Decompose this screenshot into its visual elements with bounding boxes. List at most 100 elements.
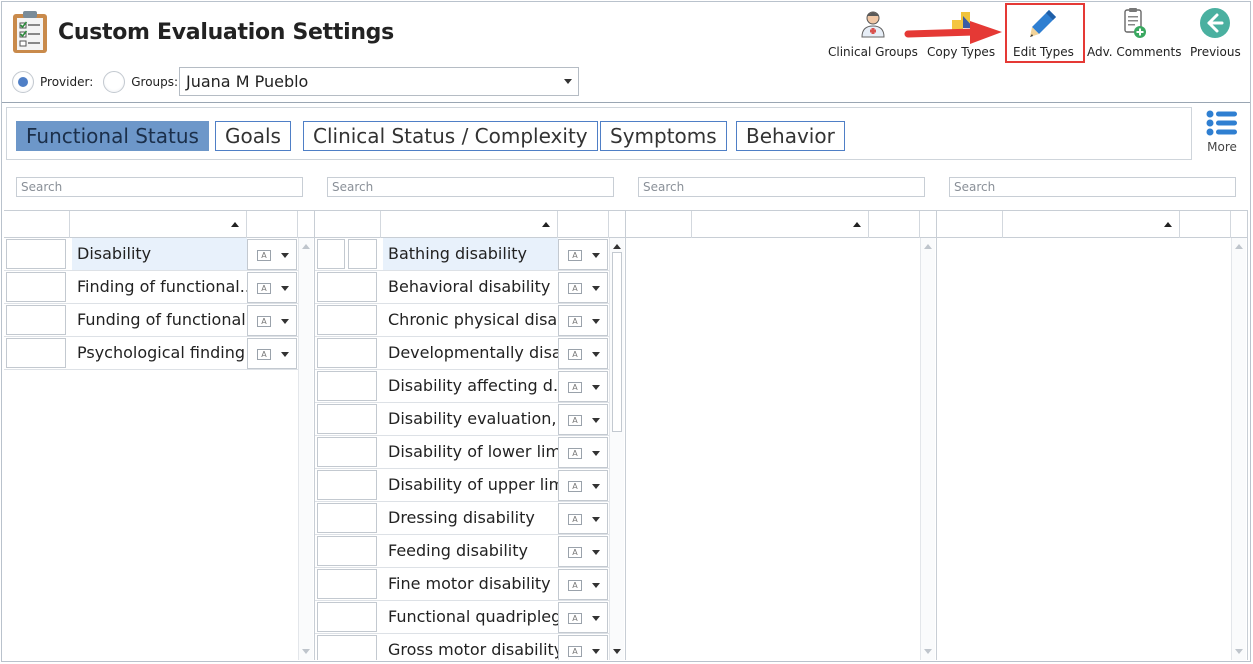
grid-header-select-column[interactable] — [4, 211, 70, 238]
row-type-dropdown[interactable]: A — [558, 536, 608, 567]
scroll-down-icon[interactable] — [924, 649, 932, 654]
row-type-dropdown[interactable]: A — [247, 338, 297, 369]
row-select-cell[interactable] — [317, 437, 377, 467]
tab-goals[interactable]: Goals — [215, 121, 291, 151]
tab-clinical-status-complexity[interactable]: Clinical Status / Complexity — [303, 121, 598, 151]
row-select-cell[interactable] — [6, 305, 66, 335]
row-type-dropdown[interactable]: A — [558, 635, 608, 660]
more-button[interactable]: More — [1200, 110, 1244, 160]
row-select-cell[interactable] — [317, 371, 377, 401]
row-type-dropdown[interactable]: A — [558, 437, 608, 468]
scroll-down-icon[interactable] — [1235, 649, 1243, 654]
row-select-cell[interactable] — [317, 602, 377, 632]
tab-functional-status[interactable]: Functional Status — [16, 121, 209, 151]
table-row[interactable]: Bathing disability A — [315, 238, 609, 271]
tab-behavior[interactable]: Behavior — [736, 121, 845, 151]
provider-radio-label: Provider: — [40, 75, 94, 89]
table-row[interactable]: Funding of functional... A — [4, 304, 298, 337]
row-type-dropdown[interactable]: A — [247, 239, 297, 270]
row-type-dropdown[interactable]: A — [558, 272, 608, 303]
row-select-cell[interactable] — [317, 305, 377, 335]
grid-header-select-column[interactable] — [937, 211, 1003, 238]
table-row[interactable]: Disability evaluation,... A — [315, 403, 609, 436]
grid-header-name-column[interactable] — [381, 211, 558, 238]
chevron-down-icon — [592, 649, 600, 654]
row-select-cell[interactable] — [348, 239, 377, 269]
table-row[interactable]: Gross motor disability A — [315, 634, 609, 660]
table-row[interactable]: Fine motor disability A — [315, 568, 609, 601]
grid-header-type-column[interactable] — [558, 211, 609, 238]
table-row[interactable]: Disability A — [4, 238, 298, 271]
clipboard-plus-icon — [1117, 6, 1151, 40]
tab-symptoms[interactable]: Symptoms — [600, 121, 727, 151]
vertical-scrollbar[interactable] — [1231, 238, 1246, 660]
search-input-1[interactable] — [16, 177, 303, 197]
provider-radio[interactable] — [12, 71, 34, 93]
table-row[interactable]: Finding of functional... A — [4, 271, 298, 304]
row-select-cell[interactable] — [317, 503, 377, 533]
row-type-dropdown[interactable]: A — [247, 272, 297, 303]
grid-header-type-column[interactable] — [869, 211, 920, 238]
provider-select[interactable]: Juana M Pueblo — [179, 67, 579, 96]
adv-comments-button[interactable]: Adv. Comments — [1087, 6, 1181, 64]
row-select-cell[interactable] — [317, 569, 377, 599]
scroll-up-icon[interactable] — [924, 244, 932, 249]
row-type-dropdown[interactable]: A — [558, 404, 608, 435]
table-row[interactable]: Behavioral disability A — [315, 271, 609, 304]
row-type-dropdown[interactable]: A — [558, 371, 608, 402]
row-type-dropdown[interactable]: A — [247, 305, 297, 336]
groups-radio[interactable] — [103, 71, 126, 93]
table-row[interactable]: Disability affecting d... A — [315, 370, 609, 403]
table-row[interactable]: Functional quadriplegia A — [315, 601, 609, 634]
table-row[interactable]: Feeding disability A — [315, 535, 609, 568]
row-select-cell[interactable] — [317, 338, 377, 368]
table-row[interactable]: Dressing disability A — [315, 502, 609, 535]
row-type-dropdown[interactable]: A — [558, 503, 608, 534]
grid-column-3 — [626, 210, 937, 660]
grid-header-select-column[interactable] — [315, 211, 381, 238]
text-type-icon: A — [568, 514, 582, 525]
row-type-dropdown[interactable]: A — [558, 470, 608, 501]
grid-header-select-column[interactable] — [626, 211, 692, 238]
row-select-cell[interactable] — [317, 272, 377, 302]
scroll-up-icon[interactable] — [1235, 244, 1243, 249]
table-row[interactable]: Developmentally disa... A — [315, 337, 609, 370]
scroll-up-icon[interactable] — [302, 244, 310, 249]
table-row[interactable]: Disability of upper limb A — [315, 469, 609, 502]
row-type-dropdown[interactable]: A — [558, 338, 608, 369]
row-select-cell[interactable] — [317, 635, 377, 660]
table-row[interactable]: Chronic physical disa... A — [315, 304, 609, 337]
grid-header-name-column[interactable] — [70, 211, 247, 238]
row-type-dropdown[interactable]: A — [558, 305, 608, 336]
vertical-scrollbar[interactable] — [609, 238, 624, 660]
grid-header-name-column[interactable] — [1003, 211, 1180, 238]
row-select-cell[interactable] — [6, 239, 66, 269]
text-type-icon: A — [568, 547, 582, 558]
row-select-cell[interactable] — [6, 338, 66, 368]
grid-column-1: Disability A Finding of functional... A Fund… — [4, 210, 315, 660]
vertical-scrollbar[interactable] — [920, 238, 935, 660]
row-type-dropdown[interactable]: A — [558, 569, 608, 600]
table-row[interactable]: Psychological finding A — [4, 337, 298, 370]
search-input-2[interactable] — [327, 177, 614, 197]
grid-header-name-column[interactable] — [692, 211, 869, 238]
row-select-cell[interactable] — [6, 272, 66, 302]
search-input-3[interactable] — [638, 177, 925, 197]
row-select-cell[interactable] — [317, 239, 345, 269]
search-input-4[interactable] — [949, 177, 1236, 197]
row-select-cell[interactable] — [317, 470, 377, 500]
row-type-dropdown[interactable]: A — [558, 239, 608, 270]
scroll-up-icon[interactable] — [613, 244, 621, 249]
row-select-cell[interactable] — [317, 404, 377, 434]
grid-header-type-column[interactable] — [247, 211, 298, 238]
previous-button[interactable]: Previous — [1190, 6, 1241, 64]
scroll-down-icon[interactable] — [613, 649, 621, 654]
table-row[interactable]: Disability of lower limb A — [315, 436, 609, 469]
grid-header-type-column[interactable] — [1180, 211, 1231, 238]
row-select-cell[interactable] — [317, 536, 377, 566]
vertical-scrollbar[interactable] — [298, 238, 313, 660]
row-type-dropdown[interactable]: A — [558, 602, 608, 633]
scroll-down-icon[interactable] — [302, 649, 310, 654]
scrollbar-thumb[interactable] — [612, 252, 622, 432]
more-label: More — [1207, 140, 1237, 154]
